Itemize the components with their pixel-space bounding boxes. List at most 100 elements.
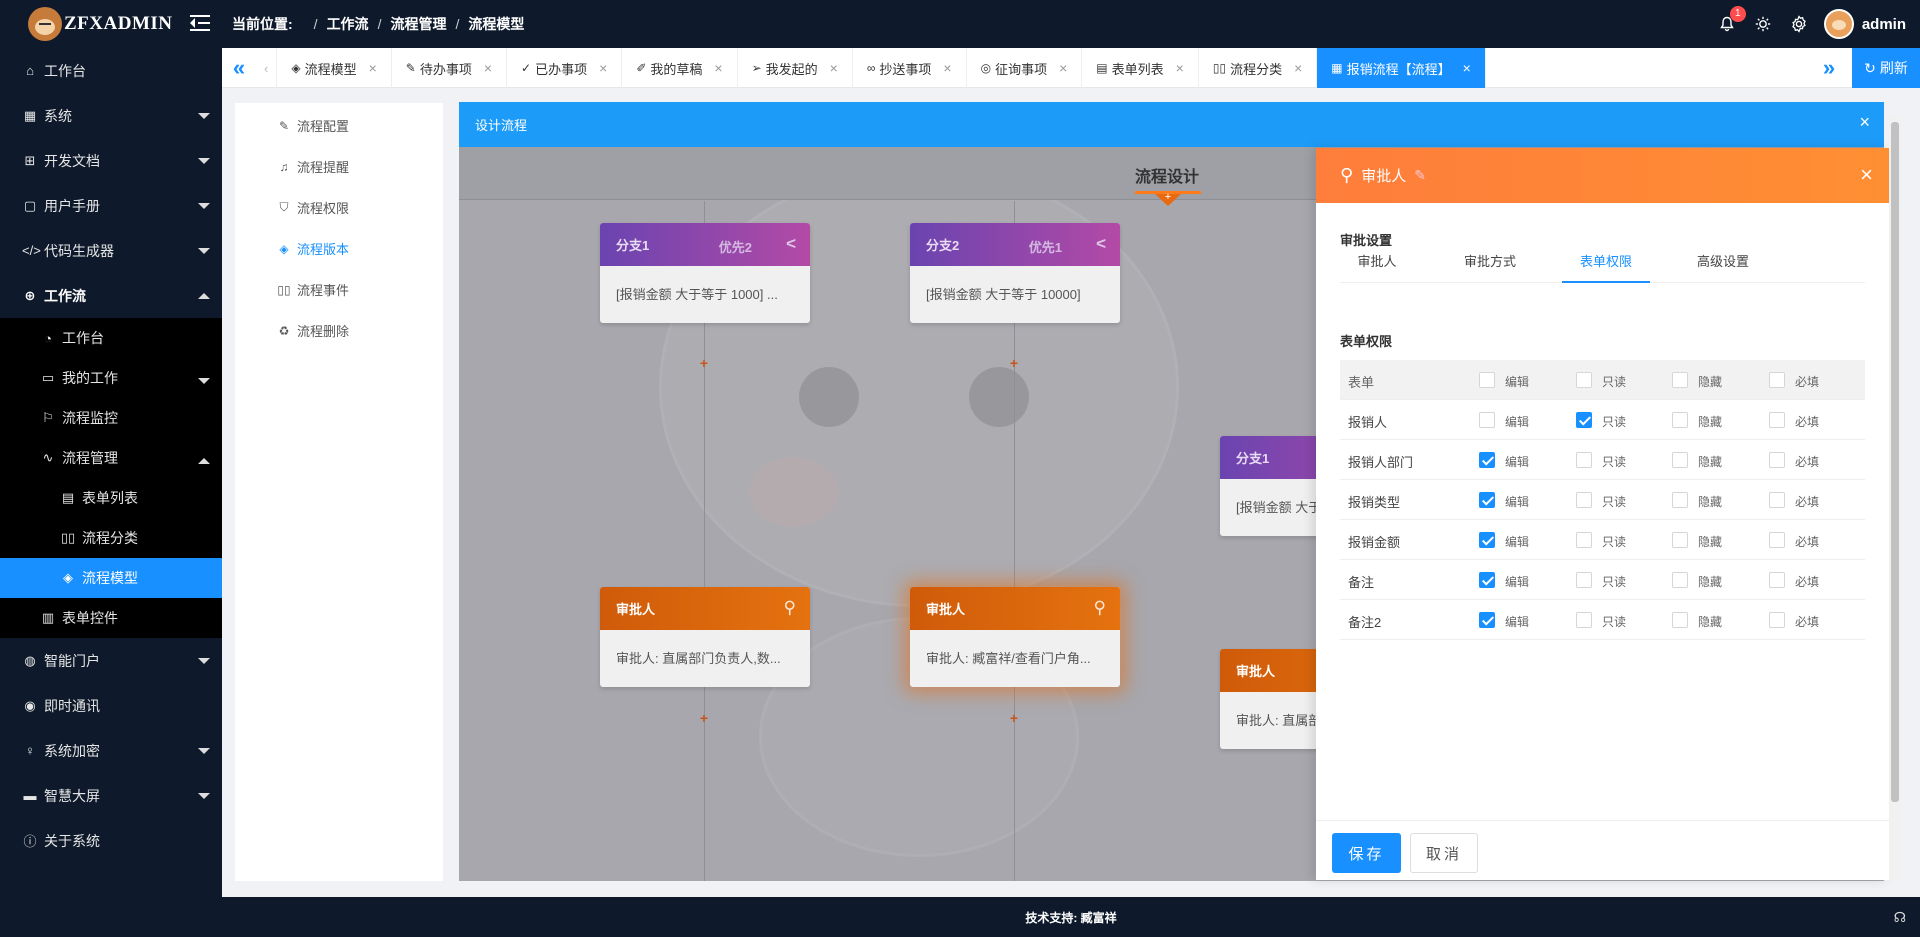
edit-checkbox[interactable] — [1479, 492, 1495, 508]
sidebar-item-process-monitor[interactable]: ⚐ 流程监控 — [0, 398, 222, 438]
save-button[interactable]: 保存 — [1332, 833, 1401, 873]
hidden-checkbox[interactable] — [1672, 532, 1688, 548]
sidebar-item-workflow-dashboard[interactable]: ◔ 工作台 — [0, 318, 222, 358]
close-icon[interactable]: × — [714, 60, 722, 76]
tab-overflow-left[interactable]: ‹ — [256, 48, 278, 88]
readonly-checkbox[interactable] — [1576, 532, 1592, 548]
sidebar-item-about[interactable]: ⓘ 关于系统 — [0, 818, 222, 863]
menu-process-version[interactable]: ◈ 流程版本 — [235, 228, 443, 269]
scrollbar[interactable] — [1889, 116, 1901, 880]
tab-expense-process[interactable]: ▦ 报销流程【流程】 × — [1317, 48, 1486, 88]
user-avatar[interactable] — [1823, 9, 1854, 39]
required-checkbox[interactable] — [1769, 452, 1785, 468]
approver-node-selected[interactable]: 审批人 ⚲ 审批人: 臧富祥/查看门户角... — [910, 587, 1120, 687]
readonly-checkbox[interactable] — [1576, 612, 1592, 628]
hidden-checkbox[interactable] — [1672, 612, 1688, 628]
close-icon[interactable]: × — [830, 60, 838, 76]
readonly-checkbox[interactable] — [1576, 572, 1592, 588]
gear-icon[interactable] — [1788, 13, 1810, 35]
required-checkbox[interactable] — [1769, 412, 1785, 428]
tab-drafts[interactable]: ✐ 我的草稿 × — [622, 48, 738, 88]
add-node-icon[interactable]: + — [698, 711, 710, 725]
readonly-checkbox[interactable] — [1576, 412, 1592, 428]
tab-scroll-right-icon[interactable]: » — [1812, 48, 1846, 88]
theme-icon[interactable] — [1752, 13, 1774, 35]
sidebar-item-process-category[interactable]: ▯▯ 流程分类 — [0, 518, 222, 558]
hidden-checkbox[interactable] — [1672, 492, 1688, 508]
sidebar-item-dev-docs[interactable]: ⊞ 开发文档 — [0, 138, 222, 183]
tab-todo[interactable]: ✎ 待办事项 × — [392, 48, 508, 88]
sidebar-item-workflow[interactable]: ⊕ 工作流 — [0, 273, 222, 318]
select-all-required-checkbox[interactable] — [1769, 372, 1785, 388]
edit-checkbox[interactable] — [1479, 532, 1495, 548]
required-checkbox[interactable] — [1769, 532, 1785, 548]
sidebar-item-my-work[interactable]: ▭ 我的工作 — [0, 358, 222, 398]
close-icon[interactable]: × — [943, 60, 951, 76]
breadcrumb-item[interactable]: 流程模型 — [468, 14, 524, 34]
drawer-title[interactable]: 审批人 — [1361, 165, 1406, 186]
tab-consult[interactable]: ◎ 征询事项 × — [967, 48, 1083, 88]
scrollbar-thumb[interactable] — [1891, 122, 1899, 802]
tab-approval-method[interactable]: 审批方式 — [1442, 241, 1538, 283]
close-icon[interactable]: × — [1294, 60, 1302, 76]
required-checkbox[interactable] — [1769, 492, 1785, 508]
tab-scroll-left-icon[interactable]: « — [222, 48, 256, 88]
sidebar-item-process-management[interactable]: ∿ 流程管理 — [0, 438, 222, 478]
select-all-edit-checkbox[interactable] — [1479, 372, 1495, 388]
tab-advanced-settings[interactable]: 高级设置 — [1680, 241, 1766, 283]
sidebar-item-code-generator[interactable]: </> 代码生成器 — [0, 228, 222, 273]
refresh-button[interactable]: ↻ 刷新 — [1852, 48, 1920, 88]
sidebar-item-system[interactable]: ▦ 系统 — [0, 93, 222, 138]
add-node-icon[interactable]: + — [1008, 711, 1020, 725]
close-icon[interactable]: × — [1859, 112, 1870, 133]
tab-form-permission[interactable]: 表单权限 — [1562, 241, 1650, 283]
menu-process-delete[interactable]: ♻ 流程删除 — [235, 310, 443, 351]
approver-node[interactable]: 审批人 ⚲ 审批人: 直属部门负责人,数... — [600, 587, 810, 687]
sidebar-item-form-list[interactable]: ▤ 表单列表 — [0, 478, 222, 518]
hidden-checkbox[interactable] — [1672, 452, 1688, 468]
sidebar-item-process-model[interactable]: ◈ 流程模型 — [0, 558, 222, 598]
sidebar-item-smart-portal[interactable]: ◍ 智能门户 — [0, 638, 222, 683]
edit-checkbox[interactable] — [1479, 612, 1495, 628]
sidebar-item-system-encryption[interactable]: ♀ 系统加密 — [0, 728, 222, 773]
menu-process-config[interactable]: ✎ 流程配置 — [235, 105, 443, 146]
add-node-icon[interactable]: + — [1162, 191, 1174, 203]
close-icon[interactable]: × — [1176, 60, 1184, 76]
tab-form-list[interactable]: ▤ 表单列表 × — [1082, 48, 1199, 88]
select-all-hidden-checkbox[interactable] — [1672, 372, 1688, 388]
share-icon[interactable]: < — [786, 234, 796, 254]
tab-process-model[interactable]: ◈ 流程模型 × — [277, 48, 392, 88]
user-name[interactable]: admin — [1862, 16, 1906, 33]
edit-checkbox[interactable] — [1479, 572, 1495, 588]
tab-cc[interactable]: ∞ 抄送事项 × — [853, 48, 967, 88]
sidebar-item-dashboard[interactable]: ⌂ 工作台 — [0, 48, 222, 93]
share-icon[interactable]: < — [1096, 234, 1106, 254]
bell-icon[interactable]: 1 — [1716, 6, 1746, 35]
edit-icon[interactable]: ✎ — [1414, 167, 1426, 184]
sidebar-item-smart-screen[interactable]: ▬ 智慧大屏 — [0, 773, 222, 818]
add-node-icon[interactable]: + — [1008, 356, 1020, 370]
required-checkbox[interactable] — [1769, 612, 1785, 628]
headset-icon[interactable]: ☊ — [1894, 909, 1906, 926]
close-icon[interactable]: × — [369, 60, 377, 76]
tab-done[interactable]: ✓ 已办事项 × — [507, 48, 623, 88]
sidebar-item-user-manual[interactable]: ▢ 用户手册 — [0, 183, 222, 228]
close-icon[interactable]: × — [484, 60, 492, 76]
sidebar-item-instant-messaging[interactable]: ◉ 即时通讯 — [0, 683, 222, 728]
select-all-readonly-checkbox[interactable] — [1576, 372, 1592, 388]
logo[interactable]: ZFXADMIN — [0, 0, 222, 48]
breadcrumb-item[interactable]: 工作流 — [327, 14, 369, 34]
tab-initiated[interactable]: ➢ 我发起的 × — [738, 48, 853, 88]
required-checkbox[interactable] — [1769, 572, 1785, 588]
readonly-checkbox[interactable] — [1576, 492, 1592, 508]
tab-process-category[interactable]: ▯▯ 流程分类 × — [1199, 48, 1318, 88]
close-icon[interactable]: × — [1463, 60, 1471, 76]
sidebar-toggle-icon[interactable] — [190, 14, 210, 32]
menu-process-event[interactable]: ▯▯ 流程事件 — [235, 269, 443, 310]
cancel-button[interactable]: 取消 — [1410, 833, 1478, 873]
breadcrumb-item[interactable]: 流程管理 — [390, 14, 446, 34]
menu-process-reminder[interactable]: ♫ 流程提醒 — [235, 146, 443, 187]
close-icon[interactable]: × — [1059, 60, 1067, 76]
add-node-icon[interactable]: + — [698, 356, 710, 370]
edit-checkbox[interactable] — [1479, 412, 1495, 428]
